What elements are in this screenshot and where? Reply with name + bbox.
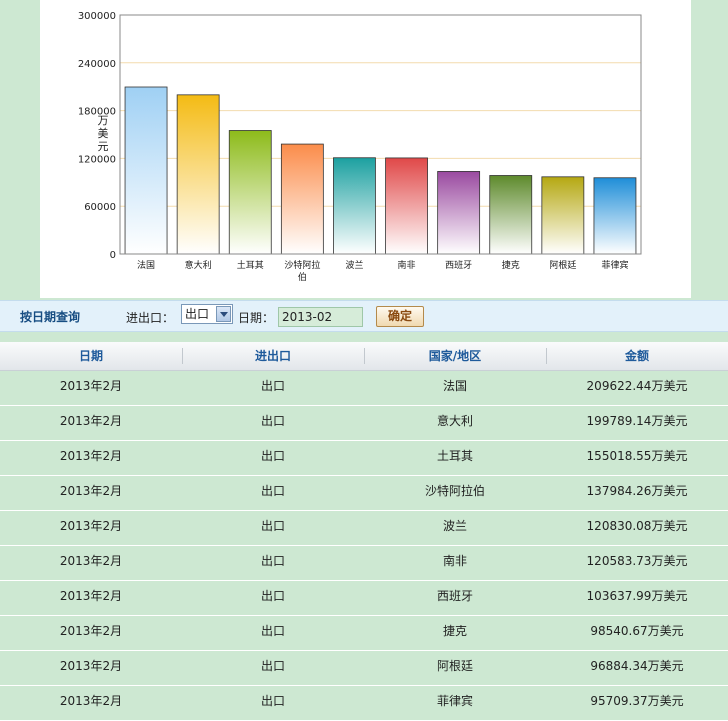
table-row: 2013年2月 出口 波兰 120830.08万美元 bbox=[0, 511, 728, 546]
table-cell: 2013年2月 bbox=[59, 379, 123, 393]
bar-9 bbox=[593, 177, 637, 255]
column-divider bbox=[182, 348, 183, 364]
direction-label: 进出口： bbox=[126, 311, 175, 325]
table-row: 2013年2月 出口 菲律宾 95709.37万美元 bbox=[0, 686, 728, 721]
table-row: 2013年2月 出口 捷克 98540.67万美元 bbox=[0, 616, 728, 651]
table-cell: 捷克 bbox=[442, 624, 467, 638]
table-cell: 2013年2月 bbox=[59, 659, 123, 673]
table-cell: 155018.55万美元 bbox=[586, 449, 688, 463]
table-cell: 出口 bbox=[260, 554, 285, 568]
table-cell: 2013年2月 bbox=[59, 484, 123, 498]
y-tick-label: 240000 bbox=[78, 59, 116, 70]
table-row: 2013年2月 出口 沙特阿拉伯 137984.26万美元 bbox=[0, 476, 728, 511]
table-cell: 2013年2月 bbox=[59, 694, 123, 708]
chevron-down-icon[interactable] bbox=[216, 306, 231, 322]
bar-0 bbox=[124, 86, 168, 255]
table-row: 2013年2月 出口 南非 120583.73万美元 bbox=[0, 546, 728, 581]
table-cell: 120583.73万美元 bbox=[586, 554, 688, 568]
column-divider bbox=[364, 348, 365, 364]
table-cell: 95709.37万美元 bbox=[590, 694, 684, 708]
table-cell: 阿根廷 bbox=[436, 659, 473, 673]
bar-6 bbox=[437, 171, 481, 255]
y-tick-label: 60000 bbox=[84, 202, 116, 213]
direction-select[interactable]: 出口 bbox=[181, 304, 233, 324]
table-header: 日期 进出口 国家/地区 金额 bbox=[0, 342, 728, 371]
table-row: 2013年2月 出口 意大利 199789.14万美元 bbox=[0, 406, 728, 441]
bar-1 bbox=[176, 94, 220, 255]
data-table: 日期 进出口 国家/地区 金额 2013年2月 出口 法国 209622.44万美元 2013… bbox=[0, 342, 728, 721]
table-cell: 120830.08万美元 bbox=[586, 519, 688, 533]
y-tick-label: 300000 bbox=[78, 11, 116, 22]
x-tick-label: 意大利 bbox=[185, 259, 212, 271]
date-input[interactable] bbox=[278, 307, 363, 327]
bar-7 bbox=[489, 175, 533, 255]
x-tick-label: 土耳其 bbox=[237, 259, 264, 271]
table-cell: 出口 bbox=[260, 484, 285, 498]
table-cell: 出口 bbox=[260, 659, 285, 673]
table-cell: 96884.34万美元 bbox=[590, 659, 684, 673]
table-cell: 199789.14万美元 bbox=[586, 414, 688, 428]
table-cell: 波兰 bbox=[442, 519, 467, 533]
date-label: 日期： bbox=[238, 311, 275, 325]
bar-8 bbox=[541, 176, 585, 255]
table-cell: 出口 bbox=[260, 519, 285, 533]
table-cell: 出口 bbox=[260, 694, 285, 708]
table-cell: 98540.67万美元 bbox=[590, 624, 684, 638]
x-tick-label: 菲律宾 bbox=[601, 259, 628, 271]
y-tick-label: 120000 bbox=[78, 154, 116, 165]
bar-chart: 060000120000180000240000300000法国 意大利 土耳其 沙特… bbox=[78, 11, 642, 283]
table-row: 2013年2月 出口 西班牙 103637.99万美元 bbox=[0, 581, 728, 616]
table-cell: 2013年2月 bbox=[59, 449, 123, 463]
table-cell: 西班牙 bbox=[436, 589, 473, 603]
column-header[interactable]: 进出口 bbox=[182, 342, 364, 370]
table-cell: 2013年2月 bbox=[59, 519, 123, 533]
table-cell: 2013年2月 bbox=[59, 554, 123, 568]
table-cell: 出口 bbox=[260, 624, 285, 638]
table-cell: 菲律宾 bbox=[436, 694, 473, 708]
table-cell: 2013年2月 bbox=[59, 589, 123, 603]
query-bar: 按日期查询 进出口： 出口 日期： 确定 bbox=[0, 300, 728, 332]
x-tick-label: 阿根廷 bbox=[549, 259, 576, 271]
table-cell: 2013年2月 bbox=[59, 624, 123, 638]
column-divider bbox=[546, 348, 547, 364]
column-header[interactable]: 国家/地区 bbox=[364, 342, 546, 370]
x-tick-label: 捷克 bbox=[502, 259, 520, 271]
bar-5 bbox=[385, 157, 428, 255]
x-tick-label: 沙特阿拉伯 bbox=[284, 259, 320, 283]
table-cell: 出口 bbox=[260, 379, 285, 393]
direction-select-value: 出口 bbox=[185, 307, 210, 321]
table-cell: 2013年2月 bbox=[59, 414, 123, 428]
x-tick-label: 南非 bbox=[398, 259, 416, 271]
column-header[interactable]: 金额 bbox=[546, 342, 728, 370]
table-cell: 103637.99万美元 bbox=[586, 589, 688, 603]
table-cell: 209622.44万美元 bbox=[586, 379, 688, 393]
confirm-button[interactable]: 确定 bbox=[376, 306, 424, 327]
x-tick-label: 西班牙 bbox=[445, 259, 472, 271]
bar-4 bbox=[333, 157, 376, 255]
table-cell: 出口 bbox=[260, 414, 285, 428]
table-row: 2013年2月 出口 阿根廷 96884.34万美元 bbox=[0, 651, 728, 686]
query-title: 按日期查询 bbox=[20, 310, 81, 324]
table-body: 2013年2月 出口 法国 209622.44万美元 2013年2月 出口 意大利 19978… bbox=[0, 371, 728, 721]
table-cell: 出口 bbox=[260, 589, 285, 603]
table-cell: 南非 bbox=[442, 554, 467, 568]
table-cell: 法国 bbox=[442, 379, 467, 393]
y-tick-label: 0 bbox=[110, 250, 116, 261]
table-cell: 出口 bbox=[260, 449, 285, 463]
bar-3 bbox=[280, 143, 324, 255]
x-tick-label: 法国 bbox=[137, 259, 155, 271]
table-row: 2013年2月 出口 法国 209622.44万美元 bbox=[0, 371, 728, 406]
table-cell: 土耳其 bbox=[436, 449, 473, 463]
table-cell: 意大利 bbox=[436, 414, 473, 428]
bar-2 bbox=[228, 130, 272, 255]
table-cell: 沙特阿拉伯 bbox=[424, 484, 485, 498]
table-row: 2013年2月 出口 土耳其 155018.55万美元 bbox=[0, 441, 728, 476]
y-axis-label: 万美元 bbox=[97, 114, 109, 153]
x-tick-label: 波兰 bbox=[345, 259, 363, 271]
chart-panel: 0 60000 120000 180000 240000 300000 法国 意大利 土耳其 沙特… bbox=[40, 0, 691, 298]
column-header[interactable]: 日期 bbox=[0, 342, 182, 370]
table-cell: 137984.26万美元 bbox=[586, 484, 688, 498]
